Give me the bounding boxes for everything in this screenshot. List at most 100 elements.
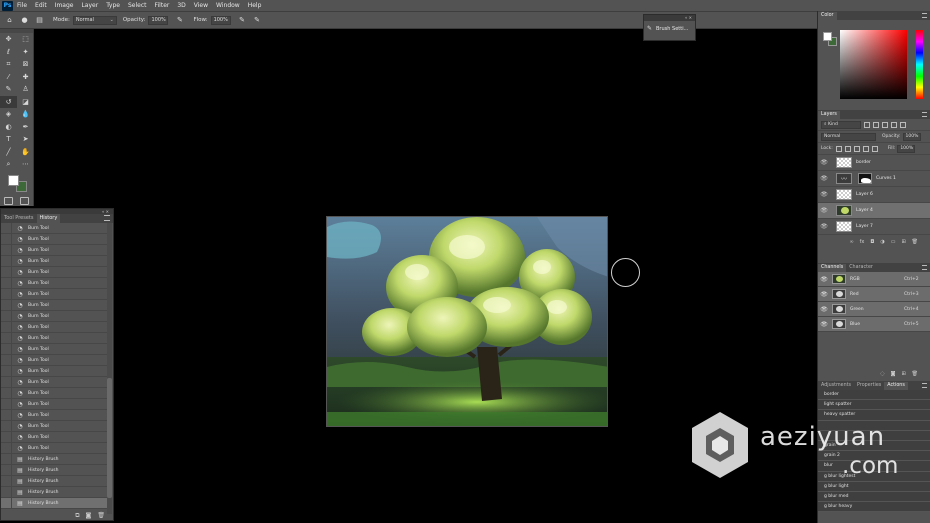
channel-row[interactable]: 👁 Blue Ctrl+5 bbox=[818, 317, 930, 332]
history-source-checkbox[interactable] bbox=[1, 498, 12, 508]
visibility-eye-icon[interactable]: 👁 bbox=[818, 223, 830, 230]
tab-character[interactable]: Character bbox=[846, 264, 876, 272]
home-icon[interactable]: ⌂ bbox=[4, 15, 15, 26]
history-source-checkbox[interactable] bbox=[1, 223, 12, 233]
channel-row[interactable]: 👁 Red Ctrl+3 bbox=[818, 287, 930, 302]
history-state[interactable]: ◔ Burn Tool bbox=[1, 300, 107, 311]
brush-preset-icon[interactable]: ● bbox=[19, 15, 30, 26]
eyedropper-tool-icon[interactable]: ⁄ bbox=[0, 71, 17, 84]
history-state[interactable]: ▤ History Brush bbox=[1, 487, 107, 498]
lock-artboard-icon[interactable] bbox=[862, 145, 869, 152]
panel-menu-icon[interactable] bbox=[922, 13, 927, 18]
layer-style-icon[interactable]: fx bbox=[860, 239, 865, 245]
hue-slider[interactable] bbox=[916, 30, 923, 99]
history-state[interactable]: ◔ Burn Tool bbox=[1, 344, 107, 355]
visibility-eye-icon[interactable]: 👁 bbox=[818, 291, 830, 298]
history-state[interactable]: ◔ Burn Tool bbox=[1, 234, 107, 245]
tab-history[interactable]: History bbox=[36, 214, 61, 223]
history-source-checkbox[interactable] bbox=[1, 443, 12, 453]
tab-channels[interactable]: Channels bbox=[818, 264, 847, 272]
visibility-eye-icon[interactable]: 👁 bbox=[818, 159, 830, 166]
menu-type[interactable]: Type bbox=[106, 2, 120, 9]
action-item[interactable]: g blur light bbox=[818, 481, 930, 492]
history-source-checkbox[interactable] bbox=[1, 399, 12, 409]
history-state[interactable]: ◔ Burn Tool bbox=[1, 366, 107, 377]
foreground-color-swatch[interactable] bbox=[8, 174, 19, 186]
history-state[interactable]: ◔ Burn Tool bbox=[1, 410, 107, 421]
history-state[interactable]: ◔ Burn Tool bbox=[1, 289, 107, 300]
menu-layer[interactable]: Layer bbox=[81, 2, 98, 9]
history-source-checkbox[interactable] bbox=[1, 333, 12, 343]
history-state[interactable]: ◔ Burn Tool bbox=[1, 256, 107, 267]
history-state[interactable]: ▤ History Brush bbox=[1, 498, 107, 509]
layer-row[interactable]: 👁 Layer 4 bbox=[818, 203, 930, 219]
history-source-checkbox[interactable] bbox=[1, 487, 12, 497]
history-state[interactable]: ◔ Burn Tool bbox=[1, 311, 107, 322]
new-group-icon[interactable]: ▭ bbox=[891, 239, 896, 245]
layer-row[interactable]: 👁 Layer 7 bbox=[818, 219, 930, 235]
tab-layers[interactable]: Layers bbox=[818, 111, 840, 119]
brush-settings-button[interactable]: ✎ Brush Setti... bbox=[644, 21, 695, 36]
action-item[interactable]: g blur heavy bbox=[818, 502, 930, 513]
history-source-checkbox[interactable] bbox=[1, 465, 12, 475]
layer-fill-field[interactable]: 100% bbox=[897, 144, 916, 153]
panel-menu-icon[interactable] bbox=[922, 383, 927, 388]
move-tool-icon[interactable]: ✥ bbox=[0, 33, 17, 46]
history-state[interactable]: ◔ Burn Tool bbox=[1, 443, 107, 454]
delete-channel-icon[interactable]: 🗑 bbox=[912, 371, 918, 377]
adjustment-layer-icon[interactable]: ◑ bbox=[880, 239, 884, 245]
line-tool-icon[interactable]: ╱ bbox=[0, 146, 17, 159]
delete-layer-icon[interactable]: 🗑 bbox=[912, 239, 918, 245]
airbrush-icon[interactable]: ✎ bbox=[237, 15, 248, 26]
channel-row[interactable]: 👁 Green Ctrl+4 bbox=[818, 302, 930, 317]
lock-position-icon[interactable] bbox=[853, 145, 860, 152]
menu-view[interactable]: View bbox=[194, 2, 208, 9]
marquee-tool-icon[interactable]: ⬚ bbox=[17, 33, 34, 46]
save-selection-icon[interactable]: ◙ bbox=[891, 371, 896, 377]
tab-color[interactable]: Color bbox=[818, 12, 837, 20]
path-selection-tool-icon[interactable]: ➤ bbox=[17, 133, 34, 146]
filter-pixel-icon[interactable] bbox=[864, 121, 870, 128]
color-field[interactable] bbox=[840, 30, 907, 99]
history-source-checkbox[interactable] bbox=[1, 289, 12, 299]
channel-row[interactable]: 👁 RGB Ctrl+2 bbox=[818, 272, 930, 287]
filter-smart-object-icon[interactable] bbox=[900, 121, 906, 128]
layer-filter-select[interactable]: ⌕ Kind bbox=[821, 120, 861, 129]
new-document-from-state-icon[interactable]: ⧉ bbox=[75, 512, 79, 520]
history-state[interactable]: ▤ History Brush bbox=[1, 465, 107, 476]
snapshot-camera-icon[interactable]: ◙ bbox=[86, 512, 92, 519]
pen-tool-icon[interactable]: ✒ bbox=[17, 121, 34, 134]
lock-image-icon[interactable] bbox=[844, 145, 851, 152]
history-state[interactable]: ◔ Burn Tool bbox=[1, 278, 107, 289]
history-source-checkbox[interactable] bbox=[1, 278, 12, 288]
tab-actions[interactable]: Actions bbox=[884, 382, 908, 390]
visibility-eye-icon[interactable]: 👁 bbox=[818, 175, 830, 182]
history-source-checkbox[interactable] bbox=[1, 256, 12, 266]
trash-icon[interactable]: 🗑 bbox=[97, 512, 105, 519]
lasso-tool-icon[interactable]: ℓ bbox=[0, 46, 17, 59]
history-source-checkbox[interactable] bbox=[1, 344, 12, 354]
history-source-checkbox[interactable] bbox=[1, 377, 12, 387]
history-source-checkbox[interactable] bbox=[1, 245, 12, 255]
clone-stamp-tool-icon[interactable]: ♙ bbox=[17, 83, 34, 96]
frame-tool-icon[interactable]: ⊠ bbox=[17, 58, 34, 71]
action-item[interactable]: border bbox=[818, 390, 930, 401]
history-source-checkbox[interactable] bbox=[1, 234, 12, 244]
layer-mask-thumbnail[interactable] bbox=[858, 173, 872, 184]
brush-settings-toggle-icon[interactable]: ▤ bbox=[34, 15, 45, 26]
history-state[interactable]: ◔ Burn Tool bbox=[1, 432, 107, 443]
history-source-checkbox[interactable] bbox=[1, 432, 12, 442]
layer-row[interactable]: 👁 border bbox=[818, 155, 930, 171]
menu-file[interactable]: File bbox=[17, 2, 27, 9]
lock-transparent-icon[interactable] bbox=[835, 145, 842, 152]
blend-mode-select[interactable]: Normal bbox=[821, 132, 876, 141]
history-state[interactable]: ◔ Burn Tool bbox=[1, 399, 107, 410]
layer-opacity-field[interactable]: 100% bbox=[902, 132, 921, 141]
new-layer-icon[interactable]: ⊞ bbox=[901, 239, 905, 245]
mode-select[interactable]: Normal ⌄ bbox=[72, 15, 117, 25]
visibility-eye-icon[interactable]: 👁 bbox=[818, 276, 830, 283]
history-state[interactable]: ◔ Burn Tool bbox=[1, 267, 107, 278]
menu-filter[interactable]: Filter bbox=[155, 2, 170, 9]
history-state[interactable]: ◔ Burn Tool bbox=[1, 333, 107, 344]
dodge-tool-icon[interactable]: ◐ bbox=[0, 121, 17, 134]
